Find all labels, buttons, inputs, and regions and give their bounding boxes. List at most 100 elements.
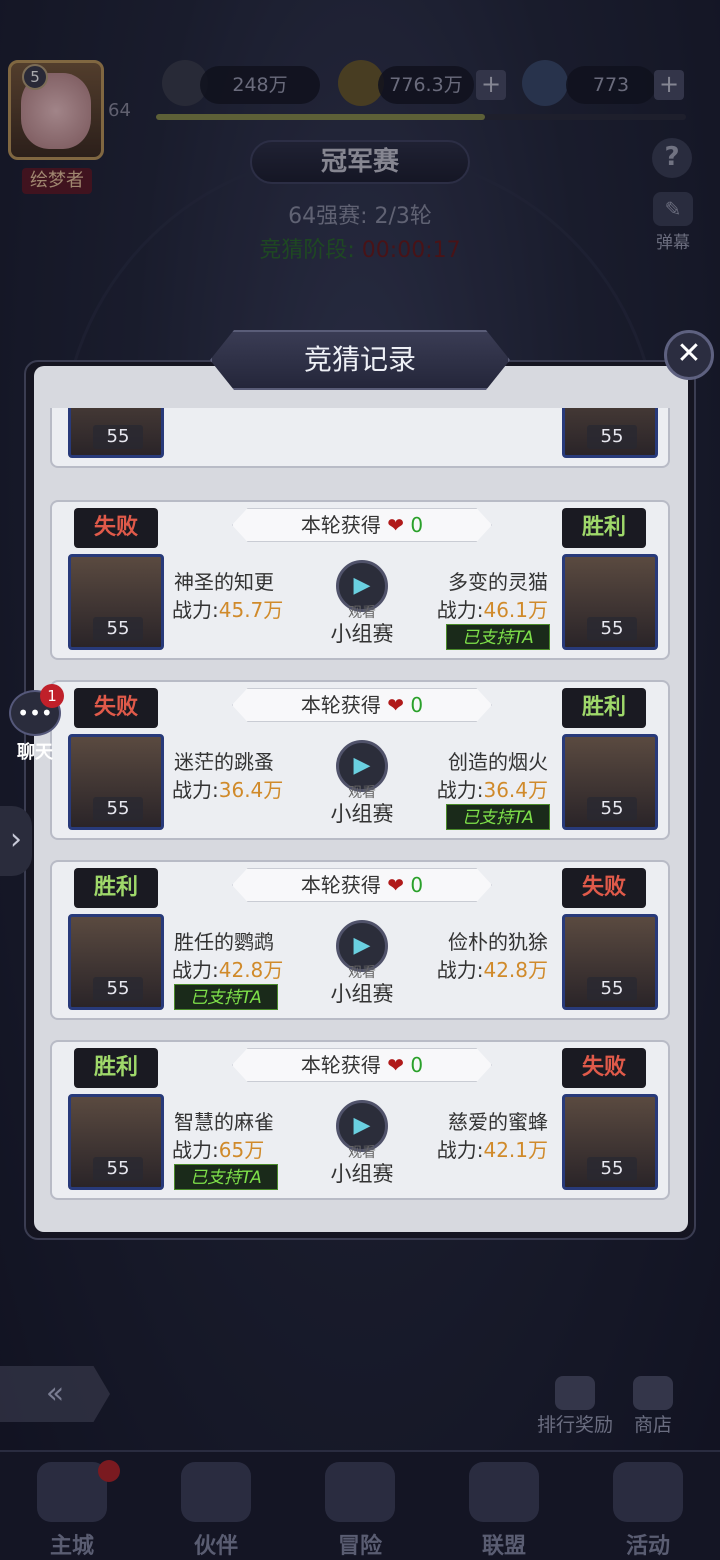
nav-main-city[interactable]: 主城 [0, 1452, 144, 1560]
power-value: 36.4万 [218, 778, 284, 802]
power-value: 45.7万 [218, 598, 284, 622]
nav-activity[interactable]: 活动 [576, 1452, 720, 1560]
portrait-level: 55 [93, 977, 143, 1001]
reward-label: 本轮获得 [300, 1053, 381, 1077]
portrait-level: 55 [587, 425, 637, 449]
reward-label: 本轮获得 [300, 873, 381, 897]
portrait-level: 55 [93, 1157, 143, 1181]
supported-tag: 已支持TA [174, 984, 278, 1010]
right-player-portrait[interactable]: 55 [562, 554, 658, 650]
modal-title: 竞猜记录 [303, 343, 416, 376]
stage-label: 小组赛 [330, 622, 394, 646]
reward-label: 本轮获得 [300, 513, 381, 537]
record-card[interactable]: 本轮获得 ❤ 0 胜利 55 智慧的麻雀 战力:65万 已支持TA 失败 55 慈爱的蜜蜂战… [50, 1040, 670, 1200]
record-card[interactable]: 本轮获得 ❤ 0 胜利 55 胜任的鹦鹉 战力:42.8万 已支持TA 失败 55 俭朴的犰… [50, 860, 670, 1020]
right-result-badge: 胜利 [562, 688, 646, 728]
nav-label: 联盟 [481, 1534, 526, 1559]
left-player-portrait[interactable]: 55 [68, 554, 164, 650]
close-button[interactable]: ✕ [664, 330, 714, 380]
power-prefix: 战力: [436, 778, 484, 802]
record-card[interactable]: 本轮获得 ❤ 0 失败 55 神圣的知更 战力:45.7万 胜利 55 多变的灵猫 战力:4… [50, 500, 670, 660]
portrait-level: 55 [587, 977, 637, 1001]
right-player-portrait[interactable]: 55 [562, 1094, 658, 1190]
right-player-portrait[interactable]: 55 [562, 734, 658, 830]
shop-label: 商店 [633, 1414, 672, 1436]
record-card[interactable]: 本轮获得 ❤ 0 失败 55 迷茫的跳蚤 战力:36.4万 胜利 55 创造的烟火 战力:3… [50, 680, 670, 840]
power-prefix: 战力: [436, 958, 484, 982]
right-player-name: 慈爱的蜜蜂 [448, 1110, 548, 1134]
power-value: 42.8万 [218, 958, 284, 982]
left-player-portrait[interactable]: 55 [68, 914, 164, 1010]
record-card[interactable]: 55战力:31.6万 55战力:31.6万已支持TA小组赛 [50, 408, 670, 468]
nav-alliance[interactable]: 联盟 [432, 1452, 576, 1560]
stage-label: 小组赛 [330, 802, 394, 826]
supported-tag: 已支持TA [446, 804, 550, 830]
rose-gem-icon: ❤ [387, 1053, 405, 1077]
castle-icon [37, 1462, 107, 1522]
rose-gem-icon: ❤ [387, 873, 405, 897]
shop-button[interactable]: 商店 [628, 1376, 678, 1437]
alliance-icon [469, 1462, 539, 1522]
left-player-name: 智慧的麻雀 [174, 1110, 274, 1134]
supported-tag: 已支持TA [174, 1164, 278, 1190]
left-player-portrait[interactable]: 55 [68, 734, 164, 830]
power-prefix: 战力: [172, 958, 219, 982]
chat-label: 聊天 [17, 742, 53, 763]
watch-button[interactable]: ▶ 观看 [334, 560, 390, 622]
left-player-name: 胜任的鹦鹉 [174, 930, 274, 954]
notification-dot [98, 1460, 120, 1482]
reward-count: 0 [410, 873, 424, 897]
power-value: 42.8万 [483, 958, 548, 982]
power-prefix: 战力: [436, 1138, 484, 1162]
watch-button[interactable]: ▶ 观看 [334, 740, 390, 802]
nav-label: 主城 [49, 1534, 94, 1559]
chat-badge: 1 [40, 684, 64, 708]
portrait-level: 55 [587, 797, 637, 821]
reward-count: 0 [410, 1053, 424, 1077]
portrait-level: 55 [93, 797, 143, 821]
left-result-badge: 胜利 [74, 868, 158, 908]
right-player-name: 创造的烟火 [448, 750, 548, 774]
adventure-icon [325, 1462, 395, 1522]
left-player-portrait[interactable]: 55 [68, 408, 164, 458]
chat-button[interactable]: ••• 1 聊天 [6, 684, 64, 763]
right-result-badge: 失败 [562, 868, 646, 908]
side-expand-arrow[interactable]: › [0, 806, 32, 876]
right-result-badge: 胜利 [562, 508, 646, 548]
stage-label: 小组赛 [330, 982, 394, 1006]
left-player-power: 战力:42.8万 [172, 954, 283, 983]
back-button[interactable]: « [0, 1366, 110, 1422]
left-player-name: 神圣的知更 [174, 570, 274, 594]
left-result-badge: 失败 [74, 688, 158, 728]
rose-gem-icon: ❤ [387, 513, 405, 537]
right-player-portrait[interactable]: 55 [562, 914, 658, 1010]
power-value: 36.4万 [483, 778, 548, 802]
left-result-badge: 失败 [74, 508, 158, 548]
reward-count: 0 [410, 513, 424, 537]
record-list[interactable]: 55战力:31.6万 55战力:31.6万已支持TA小组赛 本轮获得 ❤ 0 失败… [50, 408, 670, 1208]
portrait-level: 55 [587, 1157, 637, 1181]
nav-partner[interactable]: 伙伴 [144, 1452, 288, 1560]
portrait-level: 55 [587, 617, 637, 641]
portrait-level: 55 [93, 617, 143, 641]
round-reward-bar: 本轮获得 ❤ 0 [232, 508, 492, 542]
right-player-portrait[interactable]: 55 [562, 408, 658, 458]
round-reward-bar: 本轮获得 ❤ 0 [232, 688, 492, 722]
rank-reward-button[interactable]: 排行奖励 [530, 1376, 620, 1437]
rank-reward-icon [555, 1376, 595, 1410]
rose-gem-icon: ❤ [387, 693, 405, 717]
right-player-name: 俭朴的犰狳 [448, 930, 548, 954]
left-player-portrait[interactable]: 55 [68, 1094, 164, 1190]
right-result-badge: 失败 [562, 1048, 646, 1088]
right-player-name: 多变的灵猫 [448, 570, 548, 594]
watch-button[interactable]: ▶ 观看 [334, 920, 390, 982]
nav-adventure[interactable]: 冒险 [288, 1452, 432, 1560]
portrait-level: 55 [93, 425, 143, 449]
left-player-power: 战力:65万 [172, 1134, 264, 1163]
power-prefix: 战力: [172, 598, 219, 622]
nav-label: 活动 [625, 1534, 670, 1559]
nav-label: 伙伴 [193, 1534, 238, 1559]
bottom-nav: 主城 伙伴 冒险 联盟 活动 [0, 1450, 720, 1560]
left-player-name: 迷茫的跳蚤 [174, 750, 274, 774]
watch-button[interactable]: ▶ 观看 [334, 1100, 390, 1162]
